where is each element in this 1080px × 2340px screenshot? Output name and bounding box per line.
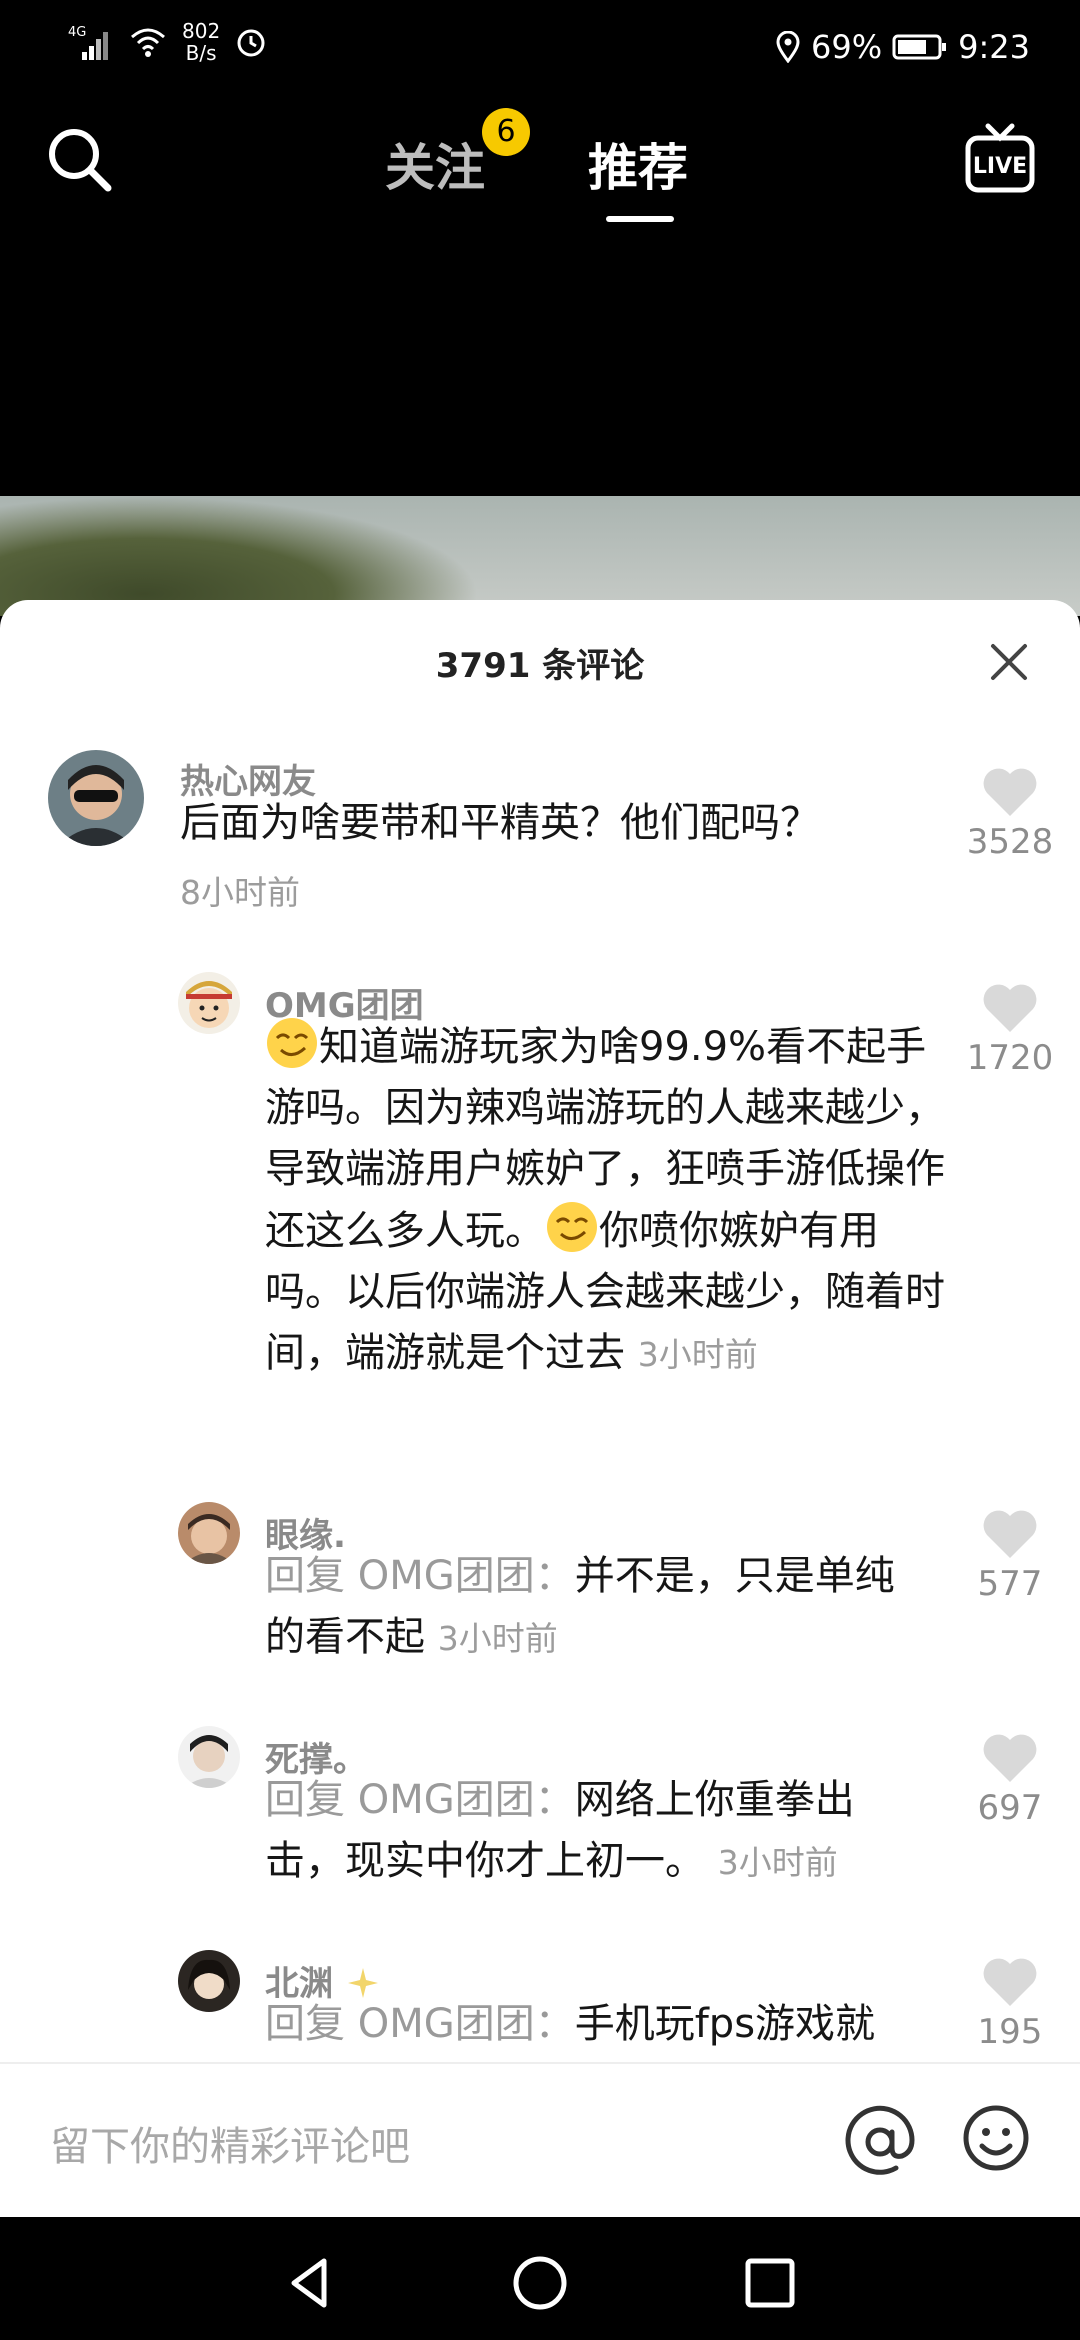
wifi-icon (131, 28, 165, 57)
avatar-image (178, 1726, 240, 1788)
video-tree (0, 496, 480, 616)
alarm-icon (237, 29, 265, 57)
reply-prefix[interactable]: 回复 OMG团团： (265, 1777, 575, 1823)
top-nav: 关注 6 推荐 LIVE (0, 100, 1080, 240)
smirk-emoji-icon (267, 1018, 317, 1068)
heart-icon (983, 984, 1037, 1032)
comments-sheet: 3791 条评论 热心网友 后面为啥要带和平精英？他们配吗？ 8小时前 3528 (0, 600, 1080, 2215)
status-left: 4G 802 B/s (68, 20, 268, 64)
heart-icon (983, 1734, 1037, 1782)
heart-icon (983, 1958, 1037, 2006)
reply-prefix[interactable]: 回复 OMG团团： (265, 1553, 575, 1599)
like-count: 3528 (966, 822, 1054, 862)
comment-item: 死撑。 回复 OMG团团：网络上你重拳出击，现实中你才上初一。 3小时前 697 (0, 1726, 1080, 1884)
at-icon[interactable] (840, 2102, 920, 2182)
comment-text: 回复 OMG团团：网络上你重拳出击，现实中你才上初一。 3小时前 (265, 1770, 925, 1893)
status-right: 69% 9:23 (775, 28, 1030, 66)
avatar-image (178, 1502, 240, 1564)
avatar[interactable] (178, 1950, 240, 2012)
net-speed: 802 B/s (182, 20, 220, 64)
comment-input[interactable]: 留下你的精彩评论吧 (50, 2114, 410, 2172)
avatar[interactable] (178, 972, 240, 1034)
comment-time: 3小时前 (717, 1843, 838, 1882)
avatar-image (178, 1950, 240, 2012)
status-bar: 4G 802 B/s 69% 9:23 (0, 0, 1080, 90)
video-background (0, 496, 1080, 616)
net-speed-unit: B/s (185, 41, 217, 65)
net-speed-value: 802 (182, 19, 221, 43)
comments-title: 3791 条评论 (435, 646, 645, 686)
comment-time: 3小时前 (637, 1335, 758, 1374)
avatar-image (48, 750, 144, 846)
close-icon[interactable] (985, 638, 1033, 686)
tab-recommend[interactable]: 推荐 (588, 128, 688, 200)
battery-percent: 69% (811, 28, 883, 66)
like-button[interactable]: 1720 (960, 982, 1060, 1078)
comment-time: 3小时前 (437, 1619, 558, 1658)
like-count: 577 (977, 1564, 1043, 1604)
follow-badge: 6 (482, 108, 530, 156)
comment-item: 北渊 回复 OMG团团：手机玩fps游戏就 195 (0, 1950, 1080, 2070)
battery-icon (892, 34, 947, 60)
recents-icon[interactable] (740, 2253, 800, 2313)
comment-body: 手机玩fps游戏就 (574, 2001, 876, 2047)
back-icon[interactable] (280, 2253, 340, 2313)
smirk-emoji-icon (547, 1202, 597, 1252)
like-button[interactable]: 577 (960, 1508, 1060, 1604)
clock: 9:23 (958, 28, 1030, 66)
comment-item: 眼缘. 回复 OMG团团：并不是，只是单纯的看不起 3小时前 577 (0, 1502, 1080, 1660)
comment-text: 回复 OMG团团：并不是，只是单纯的看不起 3小时前 (265, 1546, 925, 1669)
like-button[interactable]: 3528 (960, 766, 1060, 862)
heart-icon (983, 1510, 1037, 1558)
search-icon[interactable] (40, 120, 120, 200)
comment-time: 8小时前 (180, 873, 300, 912)
comment-text: 回复 OMG团团：手机玩fps游戏就 (265, 1994, 925, 2055)
like-count: 195 (977, 2012, 1043, 2052)
signal-icon: 4G (68, 25, 108, 60)
like-button[interactable]: 697 (960, 1732, 1060, 1828)
avatar[interactable] (48, 750, 144, 846)
tab-follow[interactable]: 关注 (385, 128, 485, 200)
comment-item: OMG团团 知道端游玩家为啥99.9%看不起手游吗。因为辣鸡端游玩的人越来越少，… (0, 972, 1080, 1592)
emoji-icon[interactable] (960, 2102, 1032, 2174)
avatar[interactable] (178, 1502, 240, 1564)
comment-text: 知道端游玩家为啥99.9%看不起手游吗。因为辣鸡端游玩的人越来越少，导致端游用户… (265, 1016, 955, 1385)
system-nav-bar (0, 2217, 1080, 2340)
avatar[interactable] (178, 1726, 240, 1788)
comment-input-bar: 留下你的精彩评论吧 (0, 2062, 1080, 2219)
comment-item: 热心网友 后面为啥要带和平精英？他们配吗？ 8小时前 3528 (0, 748, 1080, 912)
location-icon (776, 31, 800, 63)
reply-prefix[interactable]: 回复 OMG团团： (265, 2001, 575, 2047)
comment-text: 后面为啥要带和平精英？他们配吗？ (180, 800, 820, 846)
home-icon[interactable] (510, 2253, 570, 2313)
like-count: 697 (977, 1788, 1043, 1828)
heart-icon (983, 768, 1037, 816)
like-count: 1720 (966, 1038, 1054, 1078)
like-button[interactable]: 195 (960, 1956, 1060, 2052)
live-icon[interactable]: LIVE (960, 118, 1040, 198)
network-type: 4G (68, 25, 86, 40)
live-label: LIVE (973, 154, 1027, 179)
avatar-image (178, 972, 240, 1034)
active-tab-indicator (606, 216, 674, 222)
